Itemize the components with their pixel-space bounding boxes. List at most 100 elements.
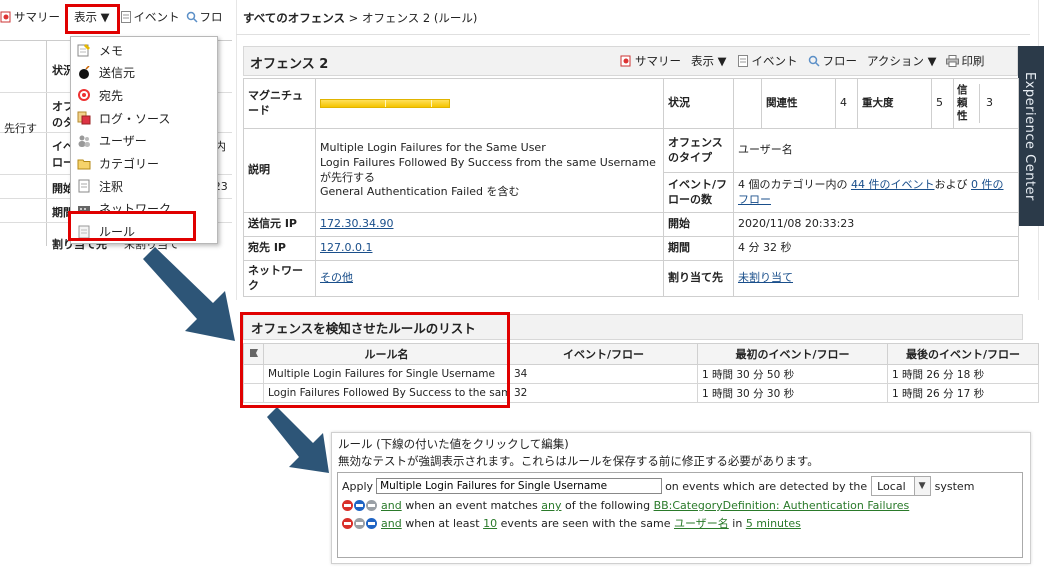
rule-last-cell: 1 時間 26 分 18 秒	[887, 364, 1039, 384]
relevance-label: 関連性	[761, 78, 836, 129]
and-toggle-link[interactable]: and	[381, 517, 402, 530]
event-flow-count-label: イベント/フローの数	[663, 172, 734, 213]
remove-test-icon[interactable]	[342, 517, 353, 529]
arrow-down-right-icon	[267, 407, 329, 473]
summary-button[interactable]: サマリー	[620, 53, 681, 69]
breadcrumb-divider	[236, 34, 1030, 35]
print-button[interactable]: 印刷	[946, 53, 984, 69]
note-icon	[77, 43, 91, 57]
offense-type-value: ユーザー名	[733, 128, 1019, 173]
magnitude-label: マグニチュード	[243, 78, 316, 129]
view-button[interactable]: 表示 ▼	[691, 53, 727, 69]
column-header[interactable]: 最後のイベント/フロー	[887, 343, 1039, 365]
credibility-value: 3	[986, 96, 993, 110]
table-row: ネットワーク その他 割り当て先 未割り当て	[243, 260, 1019, 297]
description-value: Multiple Login Failures for the Same Use…	[315, 128, 664, 213]
menu-item-log-source[interactable]: ログ・ソース	[71, 107, 217, 129]
menu-item-label: カテゴリー	[99, 157, 160, 171]
move-test-icon[interactable]	[366, 500, 377, 511]
status-value	[733, 78, 762, 129]
remove-test-icon[interactable]	[342, 500, 353, 511]
left-table-divider	[46, 40, 47, 246]
actions-button[interactable]: アクション ▼	[867, 53, 936, 69]
start-label: 開始	[663, 212, 734, 237]
rule-line-apply: Apply on events which are detected by th…	[342, 476, 974, 496]
users-icon	[77, 134, 91, 148]
category-definition-link[interactable]: BB:CategoryDefinition: Authentication Fa…	[654, 499, 910, 512]
left-summary-button[interactable]: サマリー	[0, 9, 60, 25]
chevron-down-icon: ▼	[913, 477, 930, 495]
menu-item-annotation[interactable]: 注釈	[71, 175, 217, 197]
rule-first-cell: 1 時間 30 分 50 秒	[697, 364, 888, 384]
left-flows-button[interactable]: フロ	[186, 9, 223, 25]
breadcrumb-root-link[interactable]: すべてのオフェンス	[243, 11, 345, 25]
offense-toolbar: サマリー 表示 ▼ イベント フロー アクション ▼ 印刷	[620, 53, 994, 69]
dest-ip-label: 宛先 IP	[243, 236, 316, 261]
column-header[interactable]: イベント/フロー	[509, 343, 698, 365]
summary-icon	[0, 11, 12, 23]
menu-item-label: 送信元	[99, 66, 136, 81]
rule-last-cell: 1 時間 26 分 17 秒	[887, 383, 1039, 403]
magnifier-icon	[808, 55, 820, 67]
menu-item-label: ユーザー	[99, 134, 147, 149]
experience-center-tab[interactable]: Experience Center	[1018, 46, 1044, 226]
relevance-value: 4	[835, 78, 858, 129]
left-events-button[interactable]: イベント	[120, 9, 180, 25]
rule-line-test-2: and when at least 10 events are seen wit…	[342, 515, 801, 531]
breadcrumb-current: > オフェンス 2 (ルール)	[348, 11, 478, 25]
move-test-icon[interactable]	[354, 517, 365, 529]
events-icon	[737, 55, 749, 67]
field-link[interactable]: ユーザー名	[674, 515, 729, 531]
offense-type-label: オフェンスのタイプ	[663, 128, 734, 173]
offense-title: オフェンス 2	[250, 57, 329, 72]
magnitude-bar	[320, 99, 450, 108]
offense-detail-table: マグニチュード 状況 関連性 4 重大度 5 信頼性 3 説明 Multiple…	[243, 78, 1019, 297]
assigned-link[interactable]: 未割り当て	[738, 271, 793, 284]
move-test-icon[interactable]	[366, 517, 377, 529]
printer-icon	[946, 55, 960, 67]
event-count-link[interactable]: 10	[483, 517, 497, 530]
credibility-label: 信頼性	[954, 83, 980, 124]
menu-item-bomb[interactable]: 送信元	[71, 62, 217, 84]
and-toggle-link[interactable]: and	[381, 499, 402, 512]
source-ip-link[interactable]: 172.30.34.90	[320, 217, 393, 230]
arrow-down-right-icon	[143, 247, 235, 341]
events-count-link[interactable]: 44 件のイベント	[851, 178, 935, 191]
annotation-icon	[77, 179, 91, 193]
folder-icon	[77, 157, 91, 171]
source-ip-label: 送信元 IP	[243, 212, 316, 237]
table-row: マグニチュード 状況 関連性 4 重大度 5 信頼性 3	[243, 78, 1019, 129]
time-window-link[interactable]: 5 minutes	[746, 517, 801, 530]
magnifier-icon	[186, 11, 198, 23]
dest-ip-link[interactable]: 127.0.0.1	[320, 241, 372, 254]
rule-first-cell: 1 時間 30 分 30 秒	[697, 383, 888, 403]
menu-item-users[interactable]: ユーザー	[71, 130, 217, 152]
rule-name-input[interactable]	[376, 478, 663, 494]
network-link[interactable]: その他	[320, 271, 353, 284]
any-link[interactable]: any	[541, 499, 561, 512]
table-row: 宛先 IP 127.0.0.1 期間 4 分 32 秒	[243, 236, 1019, 261]
bomb-icon	[77, 65, 91, 80]
rule-count-cell: 32	[509, 383, 698, 403]
breadcrumb: すべてのオフェンス > オフェンス 2 (ルール)	[243, 10, 477, 26]
menu-item-folder[interactable]: カテゴリー	[71, 153, 217, 175]
events-button[interactable]: イベント	[737, 53, 798, 69]
assigned-label: 割り当て先	[663, 260, 734, 297]
description-label: 説明	[243, 128, 316, 213]
menu-item-note[interactable]: メモ	[71, 39, 217, 61]
event-flow-count-value: 4 個のカテゴリー内の 44 件のイベントおよび 0 件のフロー	[733, 172, 1019, 213]
highlight-rule-menu-item	[68, 211, 196, 241]
magnitude-cell	[315, 78, 664, 129]
move-test-icon[interactable]	[354, 500, 365, 511]
highlight-view-button	[65, 4, 120, 34]
menu-item-target[interactable]: 宛先	[71, 84, 217, 106]
network-label: ネットワーク	[243, 260, 316, 297]
duration-label: 期間	[663, 236, 734, 261]
start-value: 2020/11/08 20:33:23	[733, 212, 1019, 237]
column-header[interactable]: 最初のイベント/フロー	[697, 343, 888, 365]
menu-item-label: メモ	[99, 43, 124, 58]
menu-item-label: 宛先	[99, 88, 124, 103]
system-select[interactable]: Local ▼	[871, 476, 931, 496]
flows-button[interactable]: フロー	[808, 53, 857, 69]
menu-item-label: 注釈	[99, 179, 124, 194]
